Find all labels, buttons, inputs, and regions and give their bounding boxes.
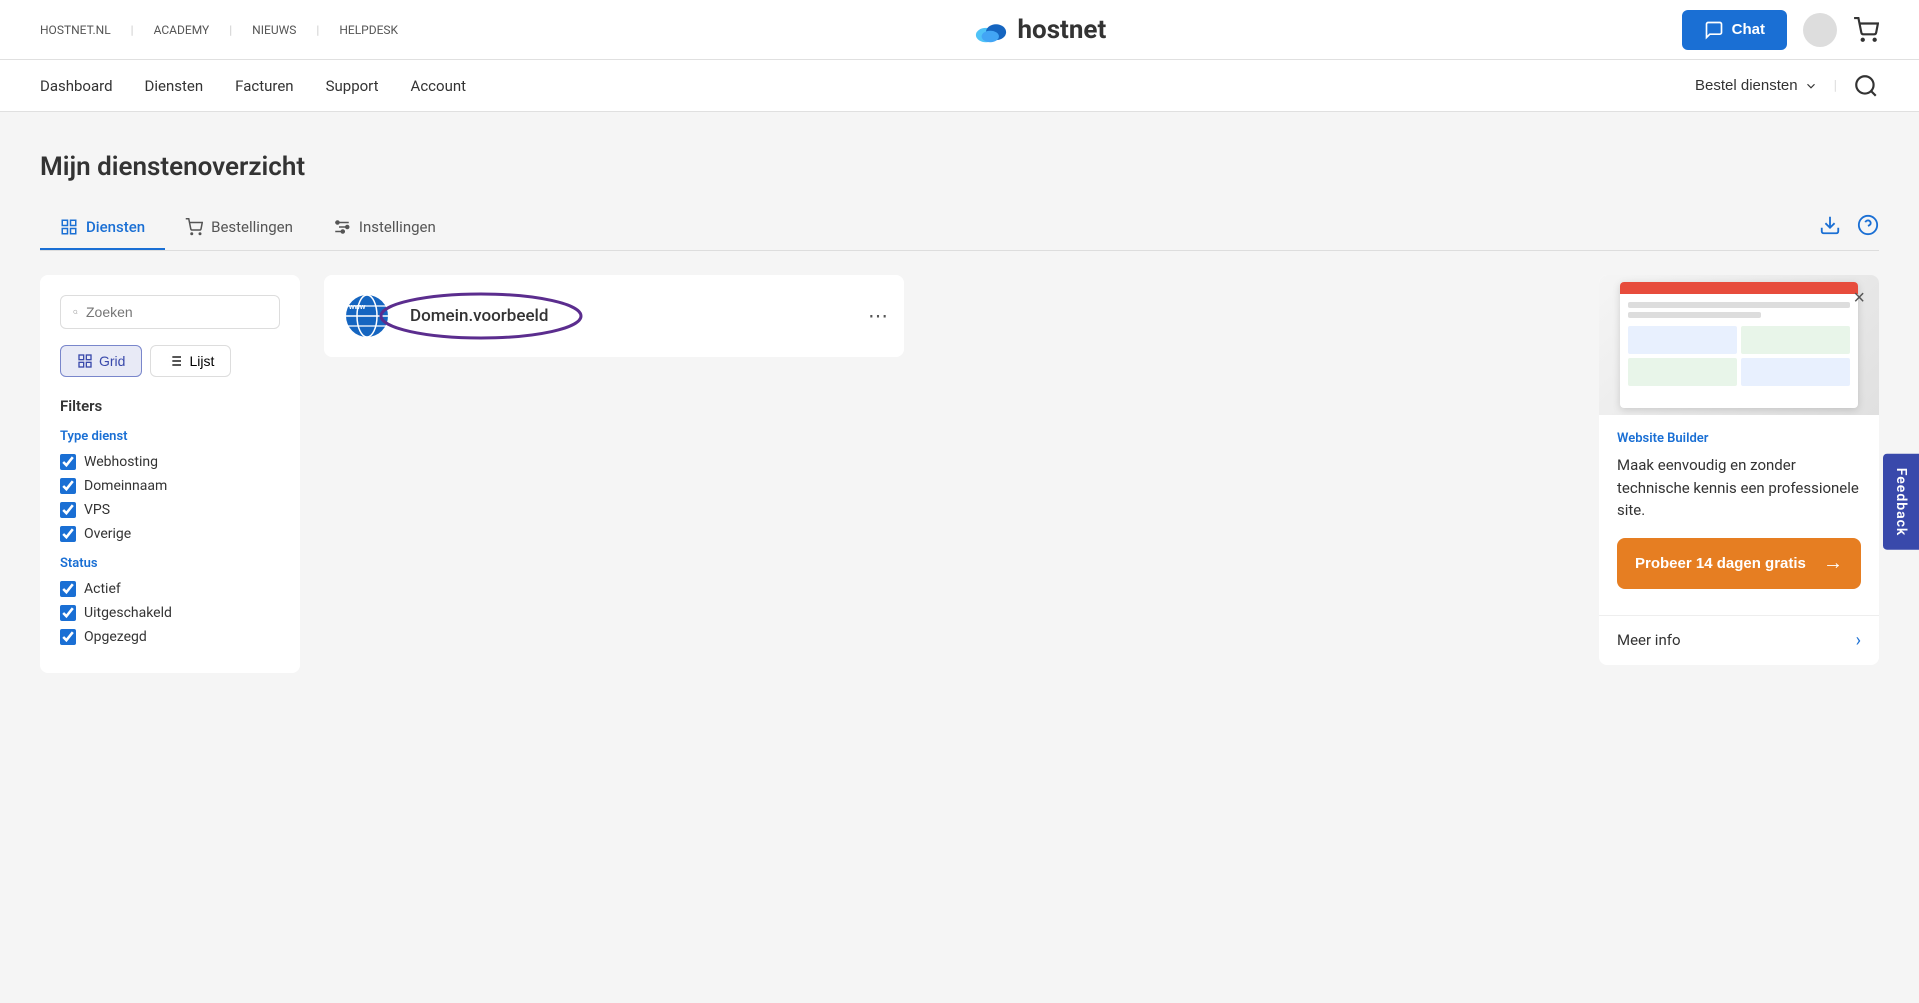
page-title: Mijn dienstenoverzicht [40, 152, 1879, 182]
filter-vps-checkbox[interactable] [60, 502, 76, 518]
filter-domeinnaam-checkbox[interactable] [60, 478, 76, 494]
promo-body: Website Builder Maak eenvoudig en zonder… [1599, 415, 1879, 615]
list-view-button[interactable]: Lijst [150, 345, 231, 377]
nav-bar: Dashboard Diensten Facturen Support Acco… [0, 60, 1919, 112]
user-avatar-area[interactable] [1803, 13, 1837, 47]
filter-overige-label: Overige [84, 526, 131, 542]
filter-webhosting-checkbox[interactable] [60, 454, 76, 470]
nav-right-actions: Bestel diensten | [1695, 73, 1879, 99]
domain-highlight-ellipse [376, 290, 586, 342]
nav-diensten[interactable]: Diensten [145, 77, 204, 95]
tabs-bar: Diensten Bestellingen Instellingen [40, 206, 1879, 251]
promo-cta-arrow-icon: → [1823, 552, 1843, 575]
promo-close-button[interactable]: × [1853, 287, 1865, 310]
tab-bestellingen[interactable]: Bestellingen [165, 206, 313, 250]
top-bar: HOSTNET.NL | ACADEMY | NIEUWS | HELPDESK… [0, 0, 1919, 60]
filter-opgezegd: Opgezegd [60, 629, 280, 645]
list-icon [167, 353, 183, 369]
grid-tab-icon [60, 218, 78, 236]
promo-cta-button[interactable]: Probeer 14 dagen gratis → [1617, 538, 1861, 589]
top-link-academy[interactable]: ACADEMY [154, 23, 210, 37]
top-link-helpdesk[interactable]: HELPDESK [339, 23, 398, 37]
filter-opgezegd-label: Opgezegd [84, 629, 147, 645]
chat-icon [1704, 20, 1724, 40]
tab-instellingen[interactable]: Instellingen [313, 206, 456, 250]
svg-text:www: www [348, 304, 366, 311]
help-button[interactable] [1857, 214, 1879, 242]
service-grid: www Domein.voorbeeld ⋯ [324, 275, 1575, 673]
promo-image [1599, 275, 1879, 415]
top-link-hostnet[interactable]: HOSTNET.NL [40, 23, 111, 37]
search-icon [73, 304, 78, 320]
filter-uitgeschakeld-label: Uitgeschakeld [84, 605, 172, 621]
chevron-down-icon [1804, 79, 1818, 93]
logo-text: hostnet [1017, 15, 1106, 45]
logo[interactable]: hostnet [973, 15, 1106, 45]
nav-dashboard[interactable]: Dashboard [40, 77, 113, 95]
search-box[interactable] [60, 295, 280, 329]
page-content: Mijn dienstenoverzicht Diensten Bestelli… [0, 112, 1919, 713]
top-bar-links: HOSTNET.NL | ACADEMY | NIEUWS | HELPDESK [40, 23, 398, 37]
filter-uitgeschakeld: Uitgeschakeld [60, 605, 280, 621]
tabs-actions [1819, 214, 1879, 242]
cart-tab-icon [185, 218, 203, 236]
search-icon-nav[interactable] [1853, 73, 1879, 99]
search-input[interactable] [86, 304, 267, 320]
main-nav: Dashboard Diensten Facturen Support Acco… [40, 77, 466, 95]
help-icon [1857, 214, 1879, 236]
filter-vps: VPS [60, 502, 280, 518]
grid-icon [77, 353, 93, 369]
main-area: Grid Lijst Filters Type dienst Webhostin… [40, 275, 1879, 673]
view-toggle: Grid Lijst [60, 345, 280, 377]
promo-more-arrow-icon: › [1856, 630, 1861, 651]
bestel-diensten-button[interactable]: Bestel diensten [1695, 77, 1818, 94]
filters-title: Filters [60, 397, 280, 415]
nav-account[interactable]: Account [411, 77, 467, 95]
sidebar: Grid Lijst Filters Type dienst Webhostin… [40, 275, 300, 673]
tabs-left: Diensten Bestellingen Instellingen [40, 206, 456, 250]
filter-vps-label: VPS [84, 502, 110, 518]
nav-facturen[interactable]: Facturen [235, 77, 293, 95]
chat-button[interactable]: Chat [1682, 10, 1787, 50]
feedback-tab[interactable]: Feedback [1883, 453, 1919, 550]
filter-status-title: Status [60, 556, 280, 571]
card-menu-button[interactable]: ⋯ [868, 304, 888, 329]
filter-type-title: Type dienst [60, 429, 280, 444]
settings-tab-icon [333, 218, 351, 236]
filter-actief-label: Actief [84, 581, 121, 597]
logo-cloud-icon [973, 16, 1009, 44]
promo-description: Maak eenvoudig en zonder technische kenn… [1617, 454, 1861, 522]
filter-webhosting-label: Webhosting [84, 454, 158, 470]
filter-domeinnaam: Domeinnaam [60, 478, 280, 494]
nav-support[interactable]: Support [326, 77, 379, 95]
filter-actief: Actief [60, 581, 280, 597]
filter-overige-checkbox[interactable] [60, 526, 76, 542]
filter-domeinnaam-label: Domeinnaam [84, 478, 167, 494]
filter-overige: Overige [60, 526, 280, 542]
promo-tag: Website Builder [1617, 431, 1861, 446]
filter-opgezegd-checkbox[interactable] [60, 629, 76, 645]
promo-panel: × [1599, 275, 1879, 665]
filter-webhosting: Webhosting [60, 454, 280, 470]
tab-diensten[interactable]: Diensten [40, 206, 165, 250]
top-link-nieuws[interactable]: NIEUWS [252, 23, 296, 37]
service-card: www Domein.voorbeeld ⋯ [324, 275, 904, 357]
top-bar-actions: Chat [1682, 10, 1879, 50]
cart-icon[interactable] [1853, 17, 1879, 43]
download-button[interactable] [1819, 214, 1841, 242]
filter-uitgeschakeld-checkbox[interactable] [60, 605, 76, 621]
promo-more-info[interactable]: Meer info › [1599, 615, 1879, 665]
download-icon [1819, 214, 1841, 236]
avatar [1803, 13, 1837, 47]
filter-actief-checkbox[interactable] [60, 581, 76, 597]
grid-view-button[interactable]: Grid [60, 345, 142, 377]
